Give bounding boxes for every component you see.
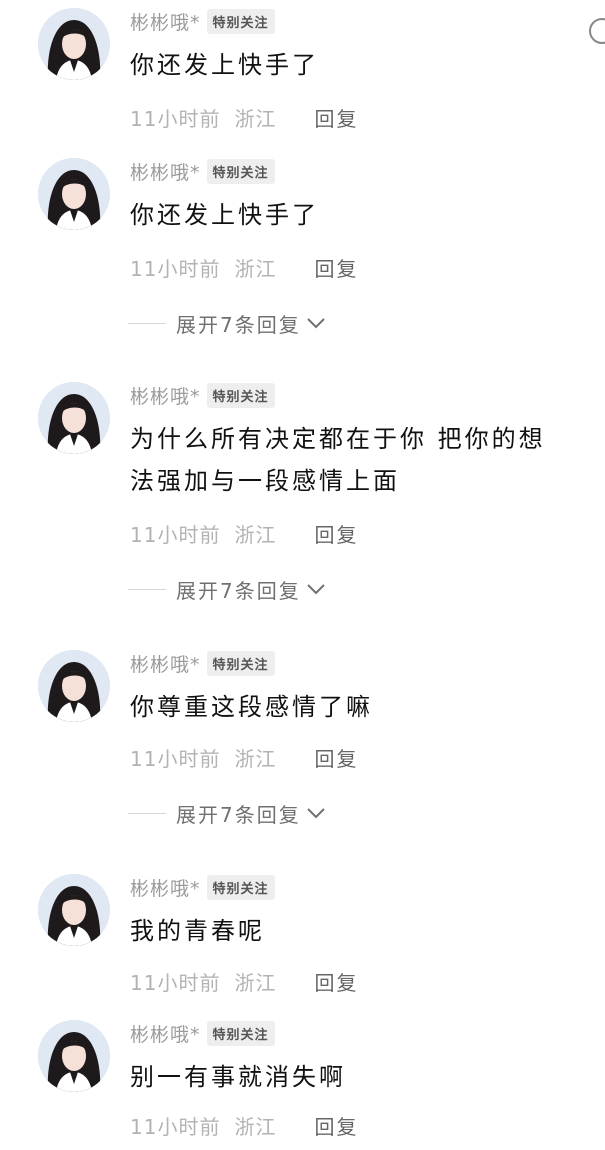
username[interactable]: 彬彬哦* <box>130 650 201 677</box>
comment-text-line: 你还发上快手了 <box>130 201 319 229</box>
comment-meta: 11小时前 浙江 回复 <box>130 252 358 282</box>
comment-text-line: 你尊重这段感情了嘛 <box>130 693 373 721</box>
chevron-down-icon <box>305 582 327 596</box>
partial-edge-icon <box>589 18 605 44</box>
chevron-down-icon <box>305 806 327 820</box>
comment-time: 11小时前 <box>130 106 221 131</box>
avatar-image <box>38 874 110 946</box>
username[interactable]: 彬彬哦* <box>130 382 201 409</box>
avatar-image <box>38 8 110 80</box>
comment-location: 浙江 <box>234 1114 277 1139</box>
special-follow-badge: 特别关注 <box>206 382 275 408</box>
comment-text: 你还发上快手了 <box>130 44 592 86</box>
avatar-image <box>38 650 110 722</box>
expand-replies-button[interactable]: 展开7条回复 <box>128 574 327 604</box>
avatar-image <box>38 158 110 230</box>
comment-text-line: 法强加与一段感情上面 <box>130 467 400 495</box>
comment-text: 我的青春呢 <box>130 910 592 952</box>
expand-replies-button[interactable]: 展开7条回复 <box>128 798 327 828</box>
username[interactable]: 彬彬哦* <box>130 158 201 185</box>
username[interactable]: 彬彬哦* <box>130 8 201 35</box>
comment-text-line: 别一有事就消失啊 <box>130 1063 346 1091</box>
special-follow-badge: 特别关注 <box>206 1020 275 1046</box>
comment-time: 11小时前 <box>130 746 221 771</box>
comment-text-line: 你还发上快手了 <box>130 51 319 79</box>
divider-line <box>128 588 166 590</box>
username[interactable]: 彬彬哦* <box>130 1020 201 1047</box>
comment-meta: 11小时前 浙江 回复 <box>130 1110 358 1140</box>
chevron-down-icon <box>305 316 327 330</box>
special-follow-badge: 特别关注 <box>206 650 275 676</box>
comment-meta: 11小时前 浙江 回复 <box>130 102 358 132</box>
reply-button[interactable]: 回复 <box>314 743 358 772</box>
avatar-image <box>38 1020 110 1092</box>
avatar[interactable] <box>38 874 110 946</box>
divider-line <box>128 812 166 814</box>
comment-text-line: 为什么所有决定都在于你 把你的想 <box>130 425 546 453</box>
avatar[interactable] <box>38 1020 110 1092</box>
avatar-image <box>38 382 110 454</box>
expand-replies-label: 展开7条回复 <box>176 312 301 337</box>
comment-time: 11小时前 <box>130 522 221 547</box>
expand-replies-label: 展开7条回复 <box>176 802 301 827</box>
comment-text: 别一有事就消失啊 <box>130 1056 592 1098</box>
special-follow-badge: 特别关注 <box>206 874 275 900</box>
comment-text-line: 我的青春呢 <box>130 917 265 945</box>
comment-meta: 11小时前 浙江 回复 <box>130 966 358 996</box>
avatar[interactable] <box>38 158 110 230</box>
comment-time: 11小时前 <box>130 256 221 281</box>
comment-location: 浙江 <box>234 522 277 547</box>
comment-meta: 11小时前 浙江 回复 <box>130 742 358 772</box>
expand-replies-label: 展开7条回复 <box>176 578 301 603</box>
reply-button[interactable]: 回复 <box>314 253 358 282</box>
comment-text: 为什么所有决定都在于你 把你的想 法强加与一段感情上面 <box>130 418 592 502</box>
comment-meta: 11小时前 浙江 回复 <box>130 518 358 548</box>
special-follow-badge: 特别关注 <box>206 158 275 184</box>
avatar[interactable] <box>38 650 110 722</box>
comment-location: 浙江 <box>234 746 277 771</box>
reply-button[interactable]: 回复 <box>314 103 358 132</box>
username[interactable]: 彬彬哦* <box>130 874 201 901</box>
reply-button[interactable]: 回复 <box>314 1111 358 1140</box>
avatar[interactable] <box>38 382 110 454</box>
comment-text: 你尊重这段感情了嘛 <box>130 686 592 728</box>
avatar[interactable] <box>38 8 110 80</box>
divider-line <box>128 322 166 324</box>
reply-button[interactable]: 回复 <box>314 519 358 548</box>
comment-time: 11小时前 <box>130 970 221 995</box>
comment-time: 11小时前 <box>130 1114 221 1139</box>
comment-text: 你还发上快手了 <box>130 194 592 236</box>
expand-replies-button[interactable]: 展开7条回复 <box>128 308 327 338</box>
comment-location: 浙江 <box>234 970 277 995</box>
comment-location: 浙江 <box>234 106 277 131</box>
reply-button[interactable]: 回复 <box>314 967 358 996</box>
special-follow-badge: 特别关注 <box>206 8 275 34</box>
comment-location: 浙江 <box>234 256 277 281</box>
